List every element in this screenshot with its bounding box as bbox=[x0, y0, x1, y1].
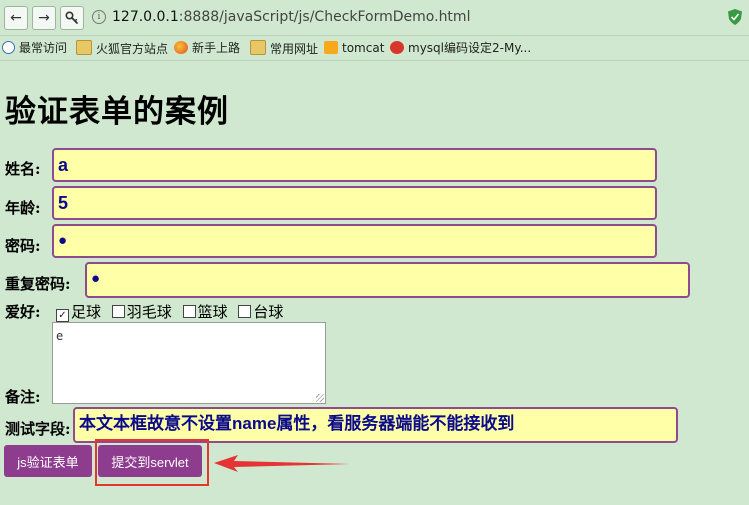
bookmark-label: mysql编码设定2-My... bbox=[408, 41, 532, 55]
js-validate-button[interactable]: js验证表单 bbox=[4, 445, 92, 477]
highlight-frame bbox=[95, 439, 209, 486]
annotation-arrow-icon bbox=[214, 455, 350, 472]
name-label: 姓名: bbox=[5, 160, 41, 178]
hobby-group: ✓ 足球 羽毛球 篮球 台球 bbox=[56, 301, 289, 322]
name-input[interactable]: a bbox=[52, 148, 657, 182]
repeat-password-input[interactable]: ● bbox=[85, 262, 690, 298]
arrow-left-icon: ← bbox=[10, 10, 22, 26]
age-label: 年龄: bbox=[5, 199, 41, 217]
info-icon[interactable]: i bbox=[92, 10, 106, 24]
bookmark-mysql-encoding[interactable]: mysql编码设定2-My... bbox=[390, 40, 531, 56]
bookmark-label: 新手上路 bbox=[192, 41, 241, 55]
remark-label: 备注: bbox=[5, 388, 41, 406]
url-host: 127.0.0.1 bbox=[112, 9, 179, 25]
address-input[interactable]: 127.0.0.1:8888/javaScript/js/CheckFormDe… bbox=[112, 6, 732, 28]
bookmark-label: tomcat bbox=[342, 41, 385, 55]
bookmark-getting-started[interactable]: 新手上路 bbox=[174, 40, 240, 56]
bookmarks-toolbar: 最常访问 火狐官方站点 新手上路 常用网址 tomcat mysql编码设定2-… bbox=[0, 36, 749, 61]
page-title: 验证表单的案例 bbox=[5, 94, 229, 130]
checkbox-icon bbox=[182, 305, 196, 318]
forward-button[interactable]: → bbox=[32, 6, 56, 30]
resize-grip-icon[interactable] bbox=[316, 394, 324, 402]
url-path: /javaScript/js/CheckFormDemo.html bbox=[219, 9, 471, 25]
hobby-label: 爱好: bbox=[5, 303, 41, 321]
folder-icon bbox=[250, 40, 266, 55]
bookmark-label: 最常访问 bbox=[19, 41, 68, 55]
site-identity-button[interactable] bbox=[60, 6, 84, 30]
bookmark-common-sites[interactable]: 常用网址 bbox=[250, 40, 318, 56]
test-field-label: 测试字段: bbox=[5, 420, 71, 438]
checkbox-label: 台球 bbox=[253, 303, 284, 321]
checkbox-label: 羽毛球 bbox=[126, 303, 172, 321]
php-icon bbox=[390, 41, 404, 54]
hobby-billiards-checkbox[interactable]: 台球 bbox=[238, 301, 283, 322]
test-field-input[interactable]: 本文本框故意不设置name属性，看服务器端能不能接收到 bbox=[73, 407, 678, 443]
arrow-right-icon: → bbox=[38, 10, 50, 26]
password-label: 密码: bbox=[5, 237, 41, 255]
age-input[interactable]: 5 bbox=[52, 186, 657, 220]
bookmark-label: 火狐官方站点 bbox=[96, 42, 169, 56]
bookmark-label: 常用网址 bbox=[270, 42, 319, 56]
search-icon bbox=[2, 41, 15, 54]
firefox-icon bbox=[174, 41, 188, 54]
remark-textarea[interactable]: e bbox=[52, 322, 326, 404]
shield-icon[interactable] bbox=[728, 9, 742, 25]
hobby-badminton-checkbox[interactable]: 羽毛球 bbox=[111, 301, 172, 322]
tomcat-icon bbox=[324, 41, 338, 54]
hobby-football-checkbox[interactable]: ✓ 足球 bbox=[56, 301, 101, 322]
bookmark-firefox-official[interactable]: 火狐官方站点 bbox=[76, 40, 168, 56]
bookmark-tomcat[interactable]: tomcat bbox=[324, 40, 384, 56]
checkbox-icon bbox=[238, 305, 252, 318]
checkbox-label: 篮球 bbox=[197, 303, 228, 321]
url-port: :8888 bbox=[178, 9, 220, 25]
folder-icon bbox=[76, 40, 92, 55]
key-icon bbox=[65, 11, 79, 25]
url-bar: ← → i 127.0.0.1:8888/javaScript/js/Check… bbox=[0, 0, 749, 36]
bookmark-most-visited[interactable]: 最常访问 bbox=[2, 40, 67, 56]
repeat-password-label: 重复密码: bbox=[5, 275, 71, 293]
back-button[interactable]: ← bbox=[4, 6, 28, 30]
checkbox-icon bbox=[111, 305, 125, 318]
password-input[interactable]: ● bbox=[52, 224, 657, 258]
checkbox-label: 足球 bbox=[71, 303, 102, 321]
hobby-basketball-checkbox[interactable]: 篮球 bbox=[182, 301, 228, 322]
checkbox-checked-icon: ✓ bbox=[56, 309, 69, 322]
